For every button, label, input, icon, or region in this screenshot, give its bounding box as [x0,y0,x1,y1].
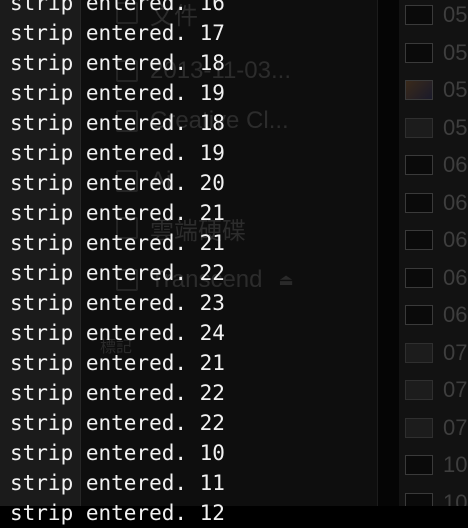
terminal-line: strip entered. 21 [10,351,225,375]
terminal-line: strip entered. 22 [10,381,225,405]
terminal-line: strip entered. 21 [10,231,225,255]
terminal-line: strip entered. 12 [10,501,225,525]
terminal-line: strip entered. 20 [10,171,225,195]
terminal-line: strip entered. 24 [10,321,225,345]
terminal-line: strip entered. 22 [10,411,225,435]
terminal-output: strip entered. 16 strip entered. 17 strip … [0,0,468,528]
terminal-line: strip entered. 11 [10,471,225,495]
terminal-line: strip entered. 21 [10,201,225,225]
terminal-line: strip entered. 10 [10,441,225,465]
terminal-line: strip entered. 18 [10,51,225,75]
terminal-line: strip entered. 19 [10,81,225,105]
terminal-line: strip entered. 23 [10,291,225,315]
terminal-line: strip entered. 22 [10,261,225,285]
terminal-line: strip entered. 18 [10,111,225,135]
terminal-line: strip entered. 16 [10,0,225,15]
terminal-line: strip entered. 17 [10,21,225,45]
terminal-line: strip entered. 19 [10,141,225,165]
